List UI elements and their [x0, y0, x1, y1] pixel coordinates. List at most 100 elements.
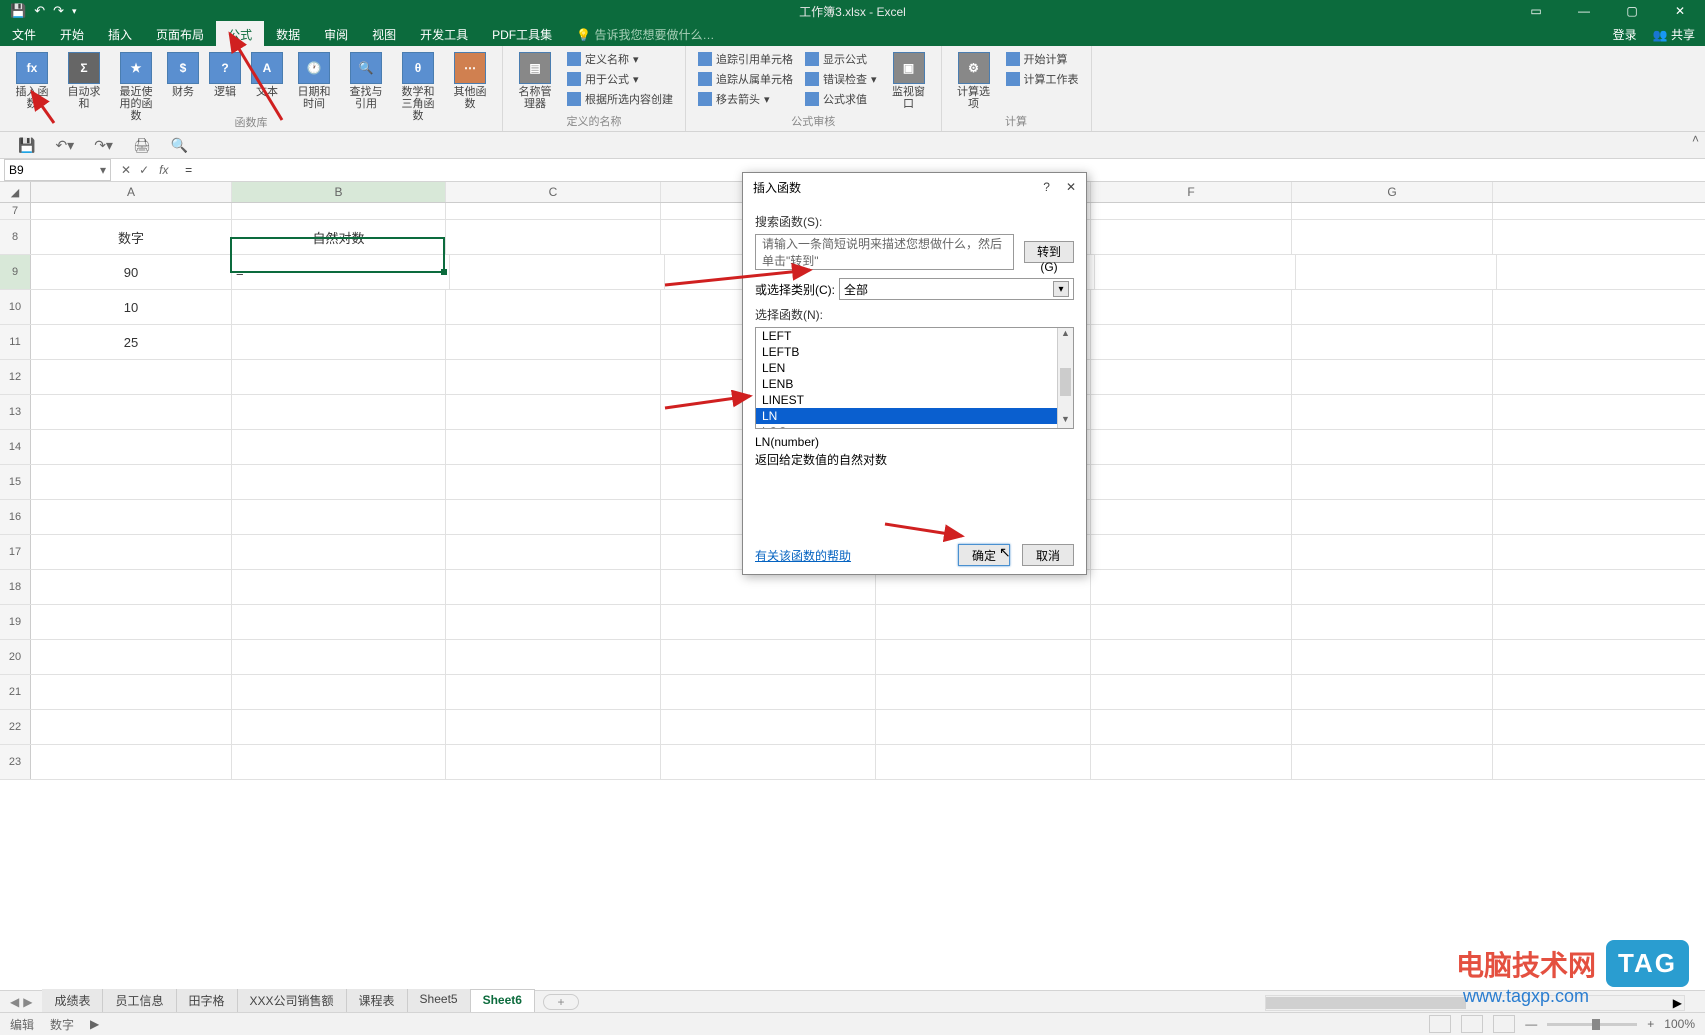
cell-A23[interactable]: [31, 745, 232, 779]
cell-B19[interactable]: [232, 605, 446, 639]
cell-F14[interactable]: [1091, 430, 1292, 464]
row-header-20[interactable]: 20: [0, 640, 31, 674]
cell-E21[interactable]: [876, 675, 1091, 709]
cell-G20[interactable]: [1292, 640, 1493, 674]
cell-C12[interactable]: [446, 360, 661, 394]
cell-G9[interactable]: [1296, 255, 1497, 289]
cell-F15[interactable]: [1091, 465, 1292, 499]
prev-sheet-icon[interactable]: ◀: [10, 995, 19, 1009]
cell-B7[interactable]: [232, 203, 446, 219]
row-header-16[interactable]: 16: [0, 500, 31, 534]
cell-F8[interactable]: [1091, 220, 1292, 254]
cell-B16[interactable]: [232, 500, 446, 534]
cell-A13[interactable]: [31, 395, 232, 429]
row-header-19[interactable]: 19: [0, 605, 31, 639]
cell-C22[interactable]: [446, 710, 661, 744]
fx-icon[interactable]: fx: [159, 163, 179, 177]
cell-C13[interactable]: [446, 395, 661, 429]
cell-B17[interactable]: [232, 535, 446, 569]
category-select[interactable]: 全部 ▾: [839, 278, 1074, 300]
cell-G17[interactable]: [1292, 535, 1493, 569]
cell-D21[interactable]: [661, 675, 876, 709]
cell-E22[interactable]: [876, 710, 1091, 744]
cell-B13[interactable]: [232, 395, 446, 429]
cell-G16[interactable]: [1292, 500, 1493, 534]
col-header-A[interactable]: A: [31, 182, 232, 202]
cell-A15[interactable]: [31, 465, 232, 499]
cell-B15[interactable]: [232, 465, 446, 499]
cell-C18[interactable]: [446, 570, 661, 604]
function-item-LENB[interactable]: LENB: [756, 376, 1073, 392]
define-name-button[interactable]: 定义名称 ▾: [563, 50, 677, 68]
cell-C9[interactable]: [450, 255, 665, 289]
cell-C23[interactable]: [446, 745, 661, 779]
maximize-icon[interactable]: ▢: [1615, 1, 1649, 21]
cell-F23[interactable]: [1091, 745, 1292, 779]
row-header-10[interactable]: 10: [0, 290, 31, 324]
cell-F7[interactable]: [1091, 203, 1292, 219]
redo-icon[interactable]: ↷: [53, 3, 64, 19]
dialog-titlebar[interactable]: 插入函数 ? ✕: [743, 173, 1086, 201]
cell-F13[interactable]: [1091, 395, 1292, 429]
col-header-B[interactable]: B: [232, 182, 446, 202]
row-header-8[interactable]: 8: [0, 220, 31, 254]
cell-G19[interactable]: [1292, 605, 1493, 639]
cell-A12[interactable]: [31, 360, 232, 394]
function-item-LINEST[interactable]: LINEST: [756, 392, 1073, 408]
cell-F22[interactable]: [1091, 710, 1292, 744]
cell-A20[interactable]: [31, 640, 232, 674]
function-item-LOG[interactable]: LOG: [756, 424, 1073, 429]
trace-dependents-button[interactable]: 追踪从属单元格: [694, 70, 797, 88]
cell-D19[interactable]: [661, 605, 876, 639]
goto-button[interactable]: 转到(G): [1024, 241, 1074, 263]
name-box[interactable]: B9▾: [4, 159, 111, 181]
dialog-close-icon[interactable]: ✕: [1066, 180, 1076, 194]
row-header-17[interactable]: 17: [0, 535, 31, 569]
cell-G10[interactable]: [1292, 290, 1493, 324]
dropdown-icon[interactable]: ▾: [1053, 281, 1069, 297]
tab-nav[interactable]: ◀▶: [0, 995, 42, 1009]
col-header-C[interactable]: C: [446, 182, 661, 202]
cell-B12[interactable]: [232, 360, 446, 394]
cell-G7[interactable]: [1292, 203, 1493, 219]
tab-developer[interactable]: 开发工具: [408, 22, 480, 47]
undo-icon[interactable]: ↶: [34, 3, 45, 19]
error-checking-button[interactable]: 错误检查 ▾: [801, 70, 881, 88]
math-button[interactable]: θ数学和三角函数: [394, 50, 442, 124]
cell-F12[interactable]: [1091, 360, 1292, 394]
cell-B10[interactable]: [232, 290, 446, 324]
evaluate-formula-button[interactable]: 公式求值: [801, 90, 881, 108]
row-header-14[interactable]: 14: [0, 430, 31, 464]
cancel-formula-icon[interactable]: ✕: [121, 163, 131, 177]
col-header-F[interactable]: F: [1091, 182, 1292, 202]
tell-me[interactable]: 💡 告诉我您想要做什么…: [564, 22, 726, 47]
next-sheet-icon[interactable]: ▶: [23, 995, 32, 1009]
cell-G14[interactable]: [1292, 430, 1493, 464]
scroll-right-icon[interactable]: ▶: [1673, 996, 1682, 1010]
zoom-level[interactable]: 100%: [1664, 1017, 1695, 1031]
cell-A21[interactable]: [31, 675, 232, 709]
cell-E19[interactable]: [876, 605, 1091, 639]
cell-G12[interactable]: [1292, 360, 1493, 394]
zoom-in-icon[interactable]: +: [1647, 1017, 1654, 1031]
page-break-view-icon[interactable]: [1493, 1015, 1515, 1033]
cell-C8[interactable]: [446, 220, 661, 254]
tab-review[interactable]: 审阅: [312, 22, 360, 47]
tab-view[interactable]: 视图: [360, 22, 408, 47]
undo-icon[interactable]: ↶▾: [55, 137, 74, 154]
cell-G13[interactable]: [1292, 395, 1493, 429]
cell-F21[interactable]: [1091, 675, 1292, 709]
row-header-18[interactable]: 18: [0, 570, 31, 604]
accept-formula-icon[interactable]: ✓: [139, 163, 149, 177]
cell-B14[interactable]: [232, 430, 446, 464]
cell-C11[interactable]: [446, 325, 661, 359]
page-layout-view-icon[interactable]: [1461, 1015, 1483, 1033]
function-item-LEFTB[interactable]: LEFTB: [756, 344, 1073, 360]
tab-pdf[interactable]: PDF工具集: [480, 22, 564, 47]
redo-icon[interactable]: ↷▾: [94, 137, 113, 154]
row-header-11[interactable]: 11: [0, 325, 31, 359]
row-header-13[interactable]: 13: [0, 395, 31, 429]
cell-C10[interactable]: [446, 290, 661, 324]
cell-F9[interactable]: [1095, 255, 1296, 289]
cancel-button[interactable]: 取消: [1022, 544, 1074, 566]
